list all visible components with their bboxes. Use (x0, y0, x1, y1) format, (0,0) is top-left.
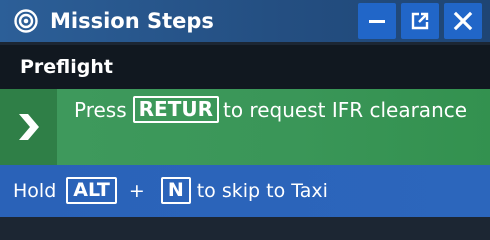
step-text-before: Press (74, 98, 127, 122)
close-button[interactable] (444, 3, 482, 39)
step-indicator (0, 89, 57, 165)
current-step[interactable]: Press RETUR to request IFR clearance (0, 89, 490, 165)
next-step-text: Hold ALT + Nto skip to Taxi (13, 177, 328, 205)
next-text-after: to skip to Taxi (196, 180, 328, 202)
close-icon (453, 11, 473, 31)
title-bar[interactable]: Mission Steps (0, 0, 490, 42)
target-icon (14, 9, 38, 33)
next-text-before: Hold (13, 180, 57, 202)
popout-icon (411, 12, 429, 30)
minimize-button[interactable] (358, 3, 396, 39)
key-badge-n: N (160, 177, 191, 204)
step-text-after: to request IFR clearance (223, 98, 468, 122)
section-label: Preflight (20, 56, 113, 78)
current-step-text: Press RETUR to request IFR clearance (74, 95, 474, 126)
window-title: Mission Steps (50, 9, 214, 33)
mission-steps-panel: Mission Steps Preflight Press RETUR to r… (0, 0, 490, 217)
section-header: Preflight (0, 45, 490, 89)
minimize-icon (369, 20, 385, 23)
popout-button[interactable] (401, 3, 439, 39)
key-badge-return: RETUR (132, 96, 219, 123)
plus-sign: + (128, 180, 145, 202)
next-step[interactable]: Hold ALT + Nto skip to Taxi (0, 165, 490, 217)
chevron-right-icon (19, 114, 39, 140)
key-badge-alt: ALT (66, 177, 117, 204)
